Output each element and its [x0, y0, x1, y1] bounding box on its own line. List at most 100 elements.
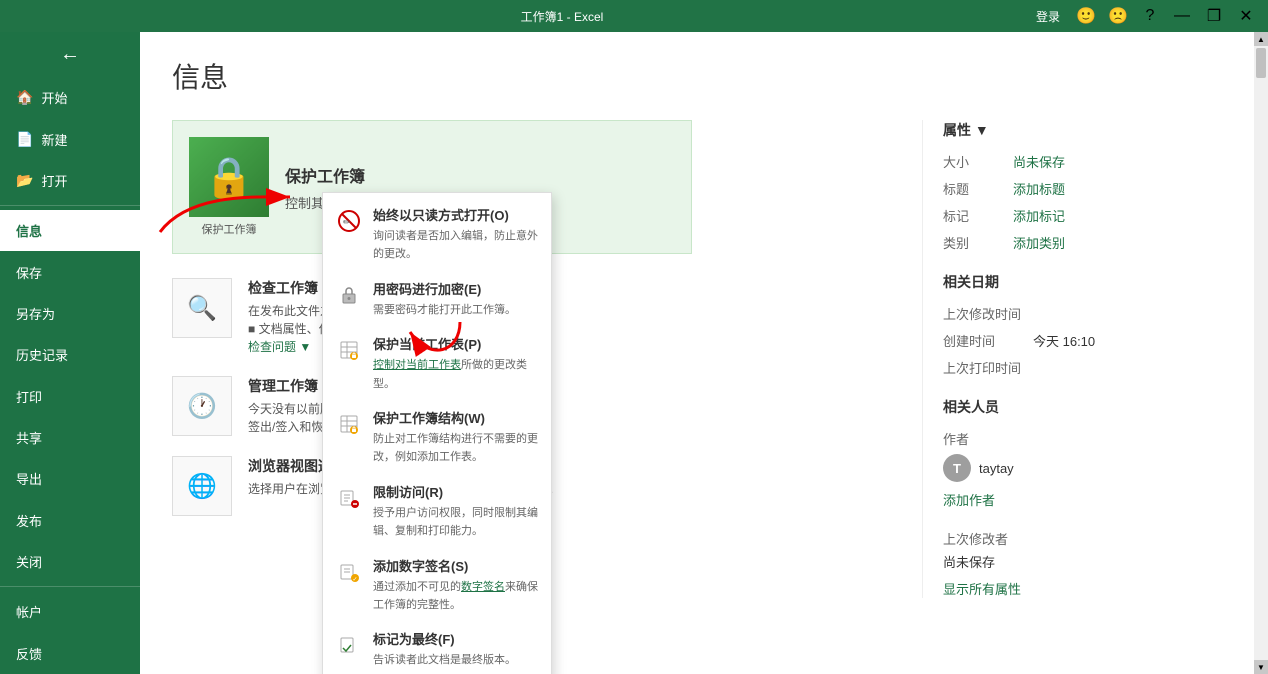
show-all-properties-link[interactable]: 显示所有属性 — [943, 579, 1222, 598]
prop-created-row: 创建时间 今天 16:10 — [943, 331, 1222, 350]
menu-item-restrict-text: 限制访问(R) 授予用户访问权限，同时限制其编辑、复制和打印能力。 — [373, 482, 539, 540]
sidebar-label-open: 打开 — [41, 171, 67, 190]
sidebar-item-print[interactable]: 打印 — [0, 376, 140, 417]
prop-modified-row: 上次修改时间 — [943, 304, 1222, 323]
prop-created-label: 创建时间 — [943, 331, 1033, 350]
prop-tag-label: 标记 — [943, 206, 1013, 225]
sidebar-item-new[interactable]: 📄 新建 — [0, 118, 140, 159]
sad-icon[interactable]: 🙁 — [1104, 5, 1132, 27]
inspect-link[interactable]: 检查问题 ▼ — [248, 340, 311, 354]
author-avatar: T — [943, 454, 971, 482]
author-box: T taytay — [943, 454, 1014, 482]
menu-item-restrict-desc: 授予用户访问权限，同时限制其编辑、复制和打印能力。 — [373, 507, 538, 537]
encrypt-icon — [335, 281, 363, 309]
menu-item-protect-structure[interactable]: 保护工作簿结构(W) 防止对工作簿结构进行不需要的更改，例如添加工作表。 — [323, 400, 551, 474]
minimize-button[interactable]: — — [1168, 5, 1196, 27]
menu-item-restrict-title: 限制访问(R) — [373, 482, 539, 501]
sidebar-divider-1 — [0, 205, 140, 206]
back-button[interactable]: ← — [0, 32, 140, 77]
sidebar-label-save: 保存 — [16, 263, 42, 282]
protect-structure-icon — [335, 410, 363, 438]
smiley-icon[interactable]: 🙂 — [1072, 5, 1100, 27]
prop-size-label: 大小 — [943, 152, 1013, 171]
content-area: 信息 🔒 保护工作簿 保护工作簿 控制其他人可以对此工作簿所做的更改类型。 — [140, 32, 1254, 674]
sidebar-item-feedback[interactable]: 反馈 — [0, 633, 140, 674]
menu-item-final[interactable]: 标记为最终(F) 告诉读者此文档是最终版本。 — [323, 621, 551, 674]
protect-icon-label: 保护工作簿 — [202, 221, 257, 237]
prop-size-value[interactable]: 尚未保存 — [1013, 152, 1065, 171]
page-title: 信息 — [172, 56, 1222, 96]
prop-title-value[interactable]: 添加标题 — [1013, 179, 1065, 198]
menu-item-final-title: 标记为最终(F) — [373, 629, 516, 648]
sidebar-label-history: 历史记录 — [16, 345, 68, 364]
final-icon — [335, 631, 363, 659]
sidebar-item-account[interactable]: 帐户 — [0, 591, 140, 632]
sidebar-item-close[interactable]: 关闭 — [0, 541, 140, 582]
sidebar-item-info[interactable]: 信息 — [0, 210, 140, 251]
menu-item-protect-structure-text: 保护工作簿结构(W) 防止对工作簿结构进行不需要的更改，例如添加工作表。 — [373, 408, 539, 466]
prop-title-label: 标题 — [943, 179, 1013, 198]
sidebar-label-publish: 发布 — [16, 511, 42, 530]
sidebar-label-export: 导出 — [16, 469, 42, 488]
dates-title: 相关日期 — [943, 272, 1222, 292]
menu-item-final-desc: 告诉读者此文档是最终版本。 — [373, 654, 516, 666]
prop-size-row: 大小 尚未保存 — [943, 152, 1222, 171]
sidebar-item-save[interactable]: 保存 — [0, 251, 140, 292]
sidebar-item-export[interactable]: 导出 — [0, 458, 140, 499]
browser-icon: 🌐 — [172, 456, 232, 516]
sidebar-item-history[interactable]: 历史记录 — [0, 334, 140, 375]
prop-tag-value[interactable]: 添加标记 — [1013, 206, 1065, 225]
sidebar-item-saveas[interactable]: 另存为 — [0, 293, 140, 334]
prop-category-value[interactable]: 添加类别 — [1013, 233, 1065, 252]
scroll-up-button[interactable]: ▲ — [1254, 32, 1268, 46]
help-button[interactable]: ? — [1136, 5, 1164, 27]
sidebar-item-publish[interactable]: 发布 — [0, 500, 140, 541]
add-author-link[interactable]: 添加作者 — [943, 490, 995, 509]
properties-title: 属性 ▼ — [943, 120, 1222, 140]
sidebar-label-new: 新建 — [41, 130, 67, 149]
readonly-icon: ✏ — [335, 207, 363, 235]
sidebar-divider-2 — [0, 586, 140, 587]
prop-last-modifier-value: 尚未保存 — [943, 552, 995, 571]
main-layout: ← 🏠 开始 📄 新建 📂 打开 信息 保存 另存为 历史记录 打印 — [0, 32, 1268, 674]
menu-item-protect-sheet[interactable]: 保护当前工作表(P) 控制对当前工作表所做的更改类型。 — [323, 326, 551, 400]
scroll-down-button[interactable]: ▼ — [1254, 660, 1268, 674]
prop-modified-label: 上次修改时间 — [943, 304, 1033, 323]
prop-last-modifier-row: 上次修改者 尚未保存 — [943, 529, 1222, 571]
menu-item-final-text: 标记为最终(F) 告诉读者此文档是最终版本。 — [373, 629, 516, 668]
menu-item-encrypt[interactable]: 用密码进行加密(E) 需要密码才能打开此工作簿。 — [323, 271, 551, 326]
svg-text:✓: ✓ — [353, 577, 358, 583]
scrollbar[interactable]: ▲ ▼ — [1254, 32, 1268, 674]
prop-printed-label: 上次打印时间 — [943, 358, 1033, 377]
sidebar-label-share: 共享 — [16, 428, 42, 447]
scroll-thumb[interactable] — [1256, 48, 1266, 78]
login-label[interactable]: 登录 — [1036, 8, 1060, 25]
menu-item-readonly-text: 始终以只读方式打开(O) 询问读者是否加入编辑，防止意外的更改。 — [373, 205, 539, 263]
menu-item-encrypt-title: 用密码进行加密(E) — [373, 279, 516, 298]
prop-author-label: 作者 — [943, 429, 1013, 448]
sidebar-label-info: 信息 — [16, 221, 42, 240]
close-button[interactable]: ✕ — [1232, 5, 1260, 27]
svg-text:✏: ✏ — [343, 217, 351, 227]
properties-panel: 属性 ▼ 大小 尚未保存 标题 添加标题 标记 添加标记 类别 添加类别 相关 — [922, 120, 1222, 598]
sidebar-item-home[interactable]: 🏠 开始 — [0, 77, 140, 118]
menu-item-protect-sheet-text: 保护当前工作表(P) 控制对当前工作表所做的更改类型。 — [373, 334, 539, 392]
menu-item-readonly[interactable]: ✏ 始终以只读方式打开(O) 询问读者是否加入编辑，防止意外的更改。 — [323, 197, 551, 271]
sidebar-item-share[interactable]: 共享 — [0, 417, 140, 458]
menu-item-protect-sheet-title: 保护当前工作表(P) — [373, 334, 539, 353]
protect-sheet-icon — [335, 336, 363, 364]
menu-item-readonly-title: 始终以只读方式打开(O) — [373, 205, 539, 224]
signature-icon: ✓ — [335, 558, 363, 586]
sidebar: ← 🏠 开始 📄 新建 📂 打开 信息 保存 另存为 历史记录 打印 — [0, 32, 140, 674]
prop-last-modifier-label: 上次修改者 — [943, 529, 1013, 548]
menu-item-encrypt-desc: 需要密码才能打开此工作簿。 — [373, 304, 516, 316]
restrict-icon — [335, 484, 363, 512]
sidebar-label-account: 帐户 — [16, 602, 42, 621]
menu-item-signature[interactable]: ✓ 添加数字签名(S) 通过添加不可见的数字签名来确保工作簿的完整性。 — [323, 548, 551, 622]
new-icon: 📄 — [16, 131, 33, 148]
menu-item-protect-structure-title: 保护工作簿结构(W) — [373, 408, 539, 427]
menu-item-restrict[interactable]: 限制访问(R) 授予用户访问权限，同时限制其编辑、复制和打印能力。 — [323, 474, 551, 548]
people-title: 相关人员 — [943, 397, 1222, 417]
restore-button[interactable]: ❐ — [1200, 5, 1228, 27]
sidebar-item-open[interactable]: 📂 打开 — [0, 160, 140, 201]
